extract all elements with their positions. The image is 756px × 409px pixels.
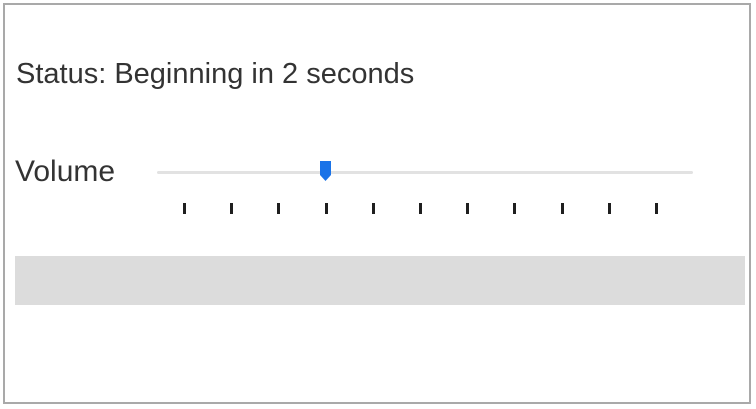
volume-label: Volume	[15, 155, 116, 188]
volume-tick	[324, 203, 328, 214]
volume-tick	[466, 203, 470, 214]
status-text: Status: Beginning in 2 seconds	[16, 58, 415, 90]
volume-tick	[230, 203, 234, 214]
volume-slider-ticks	[157, 203, 693, 215]
volume-tick	[419, 203, 422, 214]
volume-tick	[277, 203, 281, 214]
volume-slider[interactable]	[157, 159, 693, 219]
volume-slider-track[interactable]	[157, 171, 693, 174]
volume-tick	[183, 203, 186, 214]
volume-tick	[560, 203, 564, 214]
volume-tick	[371, 203, 375, 214]
app-frame: Status: Beginning in 2 seconds Volume	[3, 3, 751, 404]
volume-slider-thumb[interactable]	[319, 161, 331, 181]
status-bar	[15, 256, 745, 305]
volume-tick	[513, 203, 517, 214]
volume-tick	[655, 203, 658, 214]
volume-tick	[607, 203, 611, 214]
